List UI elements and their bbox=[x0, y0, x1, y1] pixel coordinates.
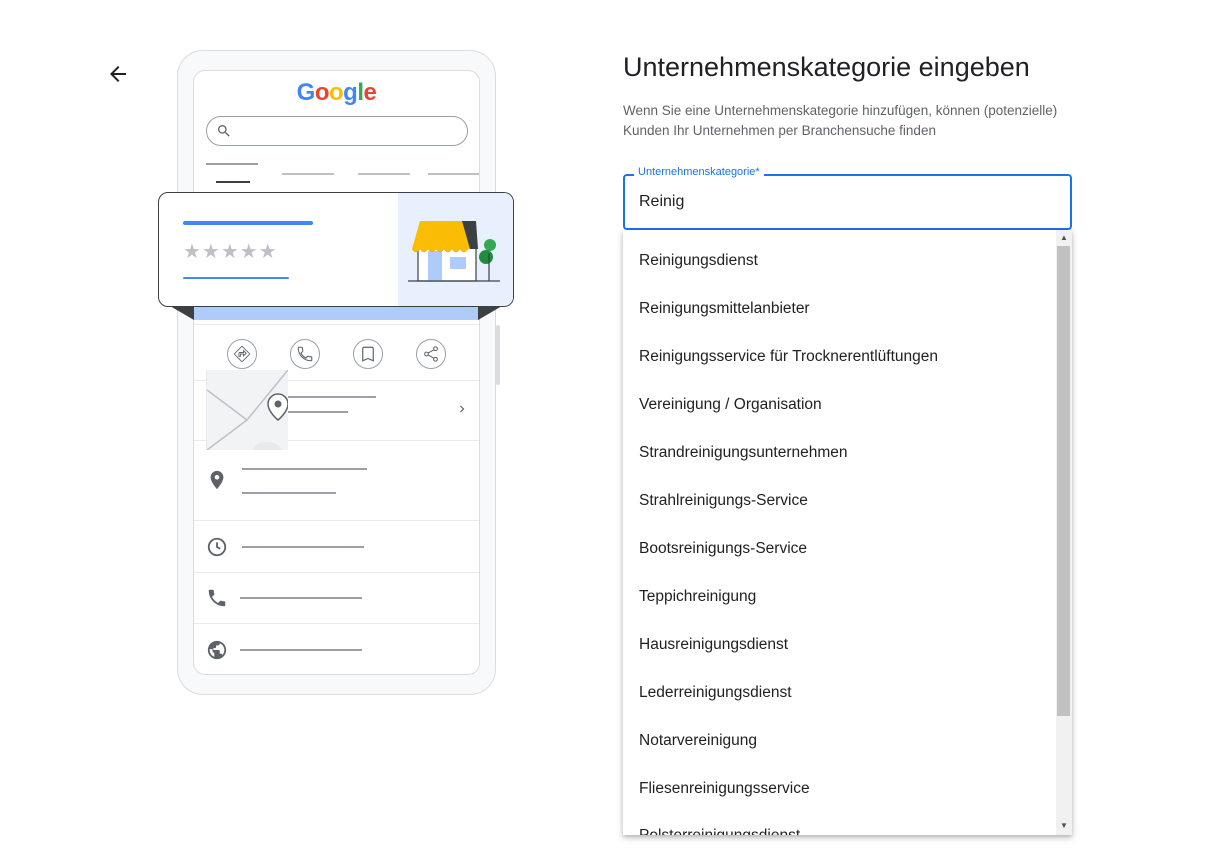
storefront-icon bbox=[408, 221, 500, 282]
illustration-tab-active bbox=[216, 181, 250, 183]
suggestion-item[interactable]: Polsterreinigungsdienst bbox=[639, 827, 800, 835]
dropdown-scrollbar-thumb[interactable] bbox=[1057, 246, 1070, 716]
google-logo: Google bbox=[296, 79, 377, 106]
divider bbox=[194, 324, 479, 325]
category-field[interactable] bbox=[623, 174, 1072, 230]
clock-icon bbox=[207, 537, 227, 557]
category-field-label: Unternehmenskategorie* bbox=[634, 166, 764, 178]
storefront-image bbox=[398, 193, 513, 306]
illustration-tab-line bbox=[428, 173, 479, 175]
page-title: Unternehmenskategorie eingeben bbox=[623, 52, 1030, 82]
suggestion-dropdown: Reinigungsdienst Reinigungsmittelanbiete… bbox=[623, 230, 1072, 835]
phone-icon bbox=[208, 589, 226, 607]
illustration-text-line bbox=[242, 468, 367, 470]
back-button[interactable] bbox=[106, 62, 130, 86]
divider bbox=[194, 623, 479, 624]
suggestion-item[interactable]: Reinigungsservice für Trocknerentlüftung… bbox=[639, 348, 938, 366]
scroll-down-arrow-icon[interactable]: ▼ bbox=[1057, 820, 1071, 832]
illustration-text-line bbox=[242, 546, 364, 548]
globe-icon bbox=[207, 640, 227, 660]
category-input[interactable] bbox=[639, 190, 1049, 214]
rating-stars: ★★★★★ bbox=[183, 241, 278, 263]
business-card-illustration: ★★★★★ bbox=[158, 192, 514, 307]
suggestion-item[interactable]: Fliesenreinigungsservice bbox=[639, 780, 810, 798]
card-title-bar bbox=[183, 221, 313, 225]
illustration-text-line bbox=[240, 649, 362, 651]
suggestion-item[interactable]: Reinigungsmittelanbieter bbox=[639, 300, 810, 318]
suggestion-item[interactable]: Notarvereinigung bbox=[639, 732, 757, 750]
illustration-search-bar bbox=[206, 116, 468, 146]
scroll-up-arrow-icon[interactable]: ▲ bbox=[1057, 232, 1071, 244]
search-icon bbox=[218, 125, 230, 137]
page-subtitle: Wenn Sie eine Unternehmenskategorie hinz… bbox=[623, 103, 1058, 138]
card-subtitle-bar bbox=[183, 277, 289, 279]
illustration-text-line bbox=[240, 597, 362, 599]
phone-icon bbox=[290, 339, 320, 369]
divider bbox=[194, 572, 479, 573]
phone-scroll-indicator bbox=[496, 325, 500, 385]
location-pin-icon bbox=[210, 470, 224, 490]
chevron-right-icon bbox=[460, 405, 465, 413]
illustration-tab-line bbox=[282, 173, 334, 175]
suggestion-item[interactable]: Lederreinigungsdienst bbox=[639, 684, 792, 702]
suggestion-item[interactable]: Bootsreinigungs-Service bbox=[639, 540, 807, 558]
suggestion-item[interactable]: Vereinigung / Organisation bbox=[639, 396, 822, 414]
illustration-tab-line bbox=[206, 163, 258, 165]
suggestion-item[interactable]: Teppichreinigung bbox=[639, 588, 756, 606]
bookmark-icon bbox=[353, 339, 383, 369]
suggestion-item[interactable]: Strandreinigungsunternehmen bbox=[639, 444, 848, 462]
card-shadow bbox=[170, 306, 502, 320]
suggestion-item[interactable]: Strahlreinigungs-Service bbox=[639, 492, 808, 510]
directions-icon bbox=[227, 339, 257, 369]
suggestion-item[interactable]: Reinigungsdienst bbox=[639, 252, 758, 270]
illustration-text-line bbox=[242, 492, 336, 494]
illustration-map bbox=[206, 369, 289, 458]
arrow-left-icon bbox=[110, 66, 126, 82]
share-icon bbox=[416, 339, 446, 369]
suggestion-item[interactable]: Hausreinigungsdienst bbox=[639, 636, 788, 654]
illustration-tab-line bbox=[358, 173, 410, 175]
divider bbox=[194, 520, 479, 521]
